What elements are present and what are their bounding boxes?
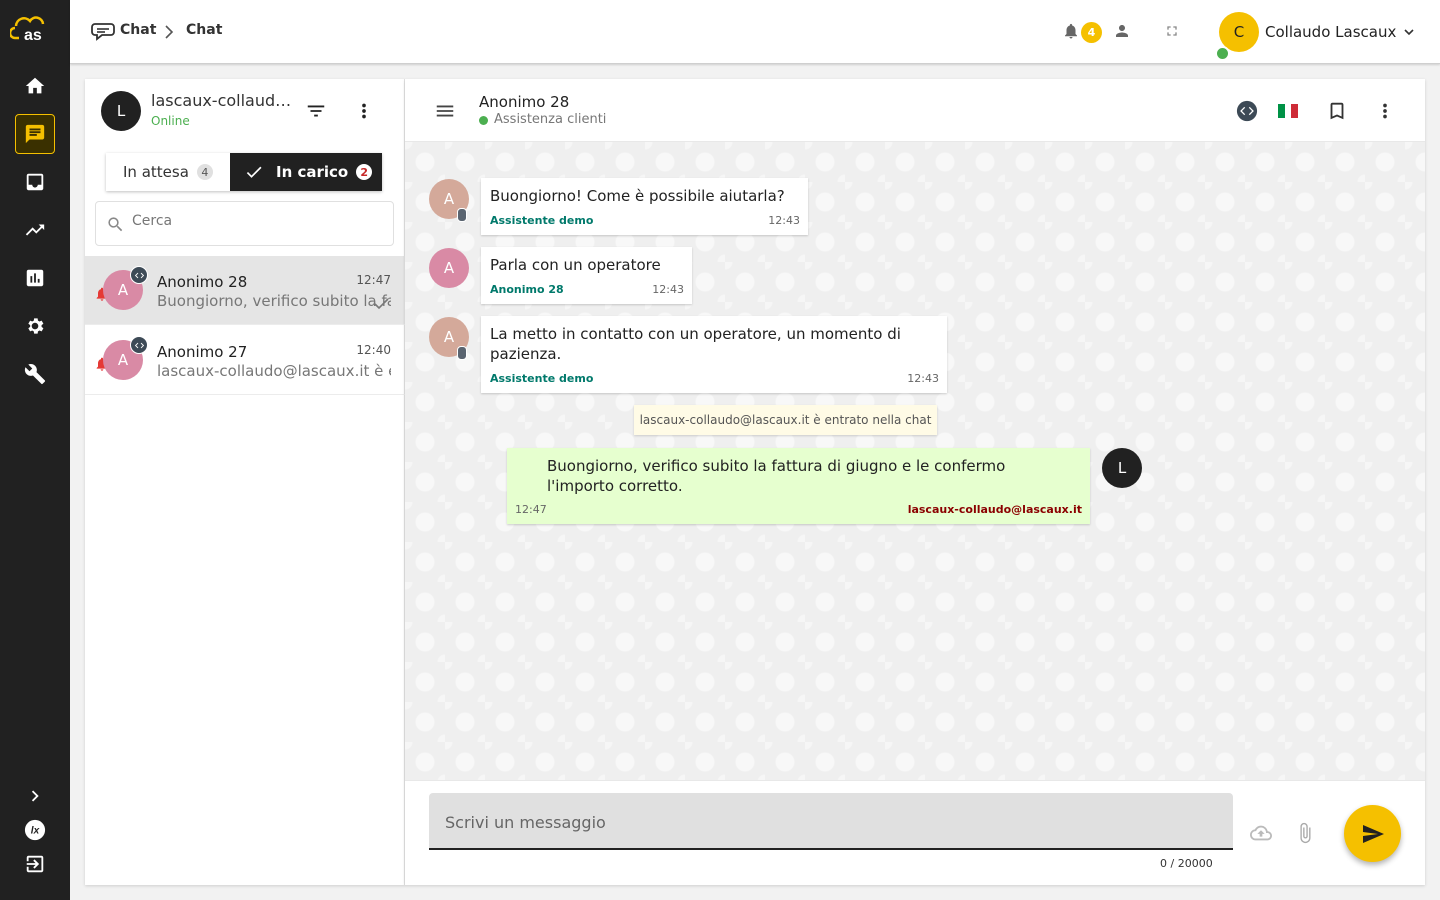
tab-waiting[interactable]: In attesa 4	[106, 153, 230, 191]
conversation-time: 12:47	[356, 273, 391, 287]
outgoing-message-bubble: Buongiorno, verifico subito la fattura d…	[507, 448, 1090, 524]
conversation-preview: lascaux-collaudo@lascaux.it è entrato ne…	[157, 362, 391, 380]
nav-analytics-icon[interactable]	[15, 258, 55, 298]
user-name[interactable]: Collaudo Lascaux	[1265, 23, 1396, 41]
conversation-time: 12:40	[356, 343, 391, 357]
italian-flag-icon[interactable]	[1278, 104, 1299, 118]
conversation-item[interactable]: A Anonimo 27 12:40 lascaux-collaudo@lasc…	[85, 326, 405, 395]
bot-icon	[457, 208, 467, 222]
left-rail: as lx	[0, 0, 70, 900]
account-icon[interactable]	[1111, 20, 1133, 42]
operator-message-avatar: L	[1102, 448, 1142, 488]
app-logo[interactable]: as	[10, 12, 56, 44]
chat-header: Anonimo 28 Assistenza clienti	[405, 79, 1425, 142]
message-time: 12:43	[652, 283, 684, 296]
search-box	[95, 201, 394, 246]
more-vert-icon[interactable]	[1373, 99, 1397, 123]
operator-status: Online	[151, 114, 190, 128]
nav-tools-icon[interactable]	[15, 354, 55, 394]
code-widget-icon	[130, 266, 148, 284]
notifications-badge: 4	[1081, 22, 1102, 43]
nav-settings-icon[interactable]	[15, 306, 55, 346]
char-counter: 0 / 20000	[1160, 857, 1213, 870]
message-time: 12:43	[907, 372, 939, 385]
svg-text:lx: lx	[31, 826, 40, 837]
search-input[interactable]	[132, 213, 382, 229]
send-icon	[1362, 824, 1384, 843]
send-button[interactable]	[1344, 805, 1401, 862]
nav-trending-icon[interactable]	[15, 210, 55, 250]
message-sender: lascaux-collaudo@lascaux.it	[907, 503, 1082, 516]
message-bubble: La metto in contatto con un operatore, u…	[481, 316, 947, 393]
conversation-item[interactable]: A Anonimo 28 12:47 Buongiorno, verifico …	[85, 256, 405, 325]
message-time: 12:43	[768, 214, 800, 227]
code-widget-icon	[130, 336, 148, 354]
search-icon	[108, 217, 123, 232]
message-sender: Anonimo 28	[490, 283, 564, 296]
notifications-bell-icon[interactable]	[1060, 20, 1082, 42]
operator-name: lascaux-collaudo@lascaux.it	[151, 91, 296, 110]
bookmark-icon[interactable]	[1325, 99, 1349, 123]
tab-waiting-count: 4	[196, 164, 213, 180]
message-time: 12:47	[515, 503, 547, 516]
code-widget-icon[interactable]	[1235, 99, 1259, 123]
tab-assigned[interactable]: In carico 2	[230, 153, 382, 191]
filter-icon[interactable]	[304, 99, 328, 123]
logout-icon[interactable]	[15, 844, 55, 884]
tab-assigned-label: In carico	[276, 163, 349, 181]
conversation-name: Anonimo 27	[157, 343, 248, 361]
check-icon	[246, 166, 262, 178]
chevron-right-icon	[165, 25, 174, 39]
breadcrumb-root[interactable]: Chat	[120, 22, 156, 38]
attach-file-icon[interactable]	[1293, 821, 1317, 845]
operator-avatar: L	[101, 91, 141, 131]
nav-home-icon[interactable]	[15, 66, 55, 106]
chat-bot-icon	[91, 23, 115, 41]
nav-inbox-icon[interactable]	[15, 162, 55, 202]
conversation-list-panel: L lascaux-collaudo@lascaux.it Online In …	[85, 79, 405, 885]
chat-subtitle: Assistenza clienti	[494, 112, 607, 127]
message-sender: Assistente demo	[490, 214, 594, 227]
top-bar: Chat Chat 4 C Collaudo Lascaux	[70, 0, 1440, 64]
more-vert-icon[interactable]	[352, 99, 376, 123]
tab-waiting-label: In attesa	[123, 163, 189, 181]
chat-panel: Anonimo 28 Assistenza clienti A Buongior…	[405, 79, 1425, 885]
message-area: A Buongiorno! Come è possibile aiutarla?…	[405, 142, 1425, 780]
svg-text:as: as	[24, 27, 42, 44]
composer: 0 / 20000	[405, 780, 1425, 885]
message-text: Buongiorno, verifico subito la fattura d…	[547, 457, 1006, 495]
conversation-preview: Buongiorno, verifico subito la fattura d…	[157, 292, 391, 310]
chat-title: Anonimo 28	[479, 93, 570, 111]
message-sender: Assistente demo	[490, 372, 594, 385]
message-bubble: Parla con un operatore Anonimo 28 12:43	[481, 247, 692, 304]
message-bubble: Buongiorno! Come è possibile aiutarla? A…	[481, 178, 808, 235]
user-online-check-icon	[1215, 46, 1230, 61]
message-text: Parla con un operatore	[490, 256, 661, 274]
read-check-icon	[374, 298, 389, 310]
menu-icon[interactable]	[433, 99, 457, 123]
fullscreen-icon[interactable]	[1161, 20, 1183, 42]
message-text: Buongiorno! Come è possibile aiutarla?	[490, 187, 785, 205]
chevron-down-icon[interactable]	[1403, 26, 1415, 38]
message-text: La metto in contatto con un operatore, u…	[490, 325, 901, 363]
bot-icon	[457, 346, 467, 360]
cloud-upload-icon[interactable]	[1249, 821, 1273, 845]
status-toggle: In attesa 4 In carico 2	[106, 153, 382, 191]
message-input[interactable]	[429, 793, 1233, 850]
system-message: lascaux-collaudo@lascaux.it è entrato ne…	[634, 405, 937, 435]
tab-assigned-count: 2	[356, 164, 373, 180]
conversation-name: Anonimo 28	[157, 273, 248, 291]
breadcrumb-current: Chat	[186, 22, 223, 38]
nav-chat-icon[interactable]	[15, 114, 55, 154]
visitor-avatar: A	[429, 248, 469, 288]
online-dot-icon	[479, 116, 488, 125]
